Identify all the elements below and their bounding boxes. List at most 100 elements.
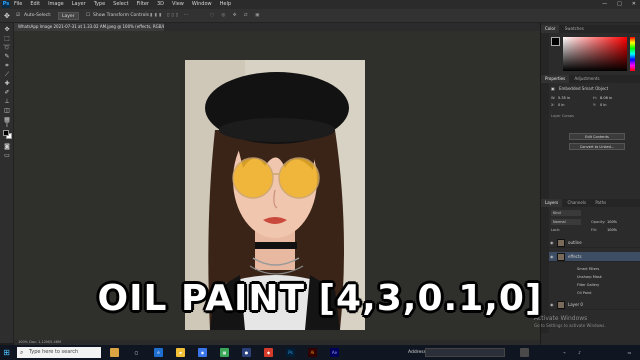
auto-select-checkbox[interactable]: ☑ <box>16 12 20 20</box>
taskbar-app-icon[interactable]: ● <box>242 348 251 357</box>
after-effects-taskbar-icon[interactable]: Ae <box>330 348 339 357</box>
align-icons[interactable]: ▮▮▮ ▯▯▯ ⋯ <box>150 12 190 20</box>
marquee-tool-icon[interactable]: ⬚ <box>3 35 11 43</box>
tab-color[interactable]: Color <box>541 25 560 33</box>
layer-comps-label: Layer Comps <box>551 114 574 118</box>
close-button[interactable]: ✕ <box>632 0 636 9</box>
hue-slider[interactable] <box>630 37 635 71</box>
lasso-tool-icon[interactable]: ➰ <box>3 44 11 52</box>
type-tool-icon[interactable]: T <box>3 122 11 130</box>
properties-panel-tabs: Properties Adjustments <box>541 75 640 83</box>
h-label: H: <box>593 96 597 100</box>
window-controls: — □ ✕ <box>602 0 636 9</box>
opacity-field[interactable]: 100% <box>607 220 617 224</box>
auto-select-label: Auto-Select: <box>24 13 52 18</box>
visibility-eye-icon[interactable]: ◉ <box>550 252 554 262</box>
menu-layer[interactable]: Layer <box>72 0 86 9</box>
menu-bar: Ps File Edit Image Layer Type Select Filter 3D V… <box>0 0 640 9</box>
layer-thumbnail <box>557 253 565 261</box>
maximize-button[interactable]: □ <box>617 0 622 9</box>
windows-taskbar: ⊞ ⌕ Type here to search ▢ e ▰ ◉ ▦ ● ◆ Ps… <box>0 345 640 360</box>
menu-filter[interactable]: Filter <box>137 0 149 9</box>
lock-label: Lock: <box>551 228 561 232</box>
edit-contents-button[interactable]: Edit Contents <box>569 133 625 140</box>
search-icon: ⌕ <box>20 349 24 356</box>
document-tab[interactable]: WhatsApp Image 2021-07-31 at 1.33.02 AM.… <box>14 23 164 31</box>
crop-tool-icon[interactable]: ⌗ <box>3 62 11 70</box>
move-tool-icon[interactable]: ✥ <box>3 26 11 34</box>
task-view-icon[interactable]: ▢ <box>132 348 141 357</box>
notification-icon[interactable]: ▭ <box>625 348 634 357</box>
tab-adjustments[interactable]: Adjustments <box>571 76 604 81</box>
y-field[interactable]: 0 in <box>600 103 607 107</box>
menu-file[interactable]: File <box>14 0 22 9</box>
auto-select-dropdown[interactable]: Layer <box>58 12 79 20</box>
menu-select[interactable]: Select <box>113 0 128 9</box>
visibility-eye-icon[interactable]: ◉ <box>550 238 554 248</box>
file-explorer-icon[interactable]: ▰ <box>176 348 185 357</box>
fill-field[interactable]: 100% <box>607 228 617 232</box>
network-icon[interactable]: ⌁ <box>560 348 569 357</box>
taskbar-app-icon[interactable]: ◆ <box>264 348 273 357</box>
blend-mode-dropdown[interactable]: Normal <box>551 219 581 225</box>
taskbar-app-icon[interactable] <box>110 348 119 357</box>
eyedropper-icon[interactable]: ⟋ <box>3 71 11 79</box>
3d-mode-icons[interactable]: ◌ ◎ ✥ ⇄ ▣ <box>210 12 262 20</box>
fill-label: Fill: <box>591 228 597 232</box>
w-field[interactable]: 5.35 in <box>558 96 570 100</box>
color-picker-field[interactable] <box>563 37 627 71</box>
spreadsheet-app-icon[interactable]: ▦ <box>220 348 229 357</box>
layer-row-outline[interactable]: ◉ outline <box>549 238 640 248</box>
eraser-icon[interactable]: ◫ <box>3 107 11 115</box>
address-label: Address <box>408 350 426 355</box>
chrome-browser-icon[interactable]: ◉ <box>198 348 207 357</box>
screen-mode-icon[interactable]: ▭ <box>3 152 11 160</box>
color-fg-swatch[interactable] <box>551 37 560 46</box>
x-label: X: <box>551 103 555 107</box>
menu-view[interactable]: View <box>172 0 184 9</box>
x-field[interactable]: 0 in <box>558 103 565 107</box>
healing-brush-icon[interactable]: ✚ <box>3 80 11 88</box>
color-panel-tabs: Color Swatches <box>541 25 640 33</box>
minimize-button[interactable]: — <box>602 0 607 9</box>
quick-select-icon[interactable]: ✎ <box>3 53 11 61</box>
watermark-subtitle: Go to Settings to activate Windows. <box>534 323 606 328</box>
foreground-color-swatch[interactable] <box>3 130 9 136</box>
smart-object-icon: ▣ <box>551 86 555 91</box>
move-tool-icon[interactable]: ✥ <box>4 12 10 20</box>
opacity-label: Opacity: <box>591 220 606 224</box>
edge-browser-icon[interactable]: e <box>154 348 163 357</box>
tab-channels[interactable]: Channels <box>564 200 591 205</box>
illustrator-taskbar-icon[interactable]: Ai <box>308 348 317 357</box>
convert-to-linked-button[interactable]: Convert to Linked... <box>569 143 625 150</box>
windows-start-icon[interactable]: ⊞ <box>2 348 11 357</box>
address-toolbar-input[interactable] <box>425 348 505 357</box>
smart-filters-row[interactable]: Smart Filters <box>549 266 640 273</box>
layer-thumbnail <box>557 239 565 247</box>
clone-stamp-icon[interactable]: ⊥ <box>3 98 11 106</box>
menu-edit[interactable]: Edit <box>30 0 40 9</box>
tab-layers[interactable]: Layers <box>541 199 563 207</box>
tab-properties[interactable]: Properties <box>541 75 570 83</box>
menu-window[interactable]: Window <box>192 0 212 9</box>
tab-paths[interactable]: Paths <box>591 200 610 205</box>
photoshop-taskbar-icon[interactable]: Ps <box>286 348 295 357</box>
menu-type[interactable]: Type <box>94 0 105 9</box>
layer-filter-kind-dropdown[interactable]: Kind <box>551 210 581 216</box>
y-label: Y: <box>593 103 596 107</box>
video-caption: OIL PAINT [4,3,0.1,0] <box>97 278 543 319</box>
menu-image[interactable]: Image <box>48 0 64 9</box>
tray-app-icon[interactable] <box>520 348 529 357</box>
menu-help[interactable]: Help <box>220 0 231 9</box>
menu-3d[interactable]: 3D <box>157 0 164 9</box>
brush-tool-icon[interactable]: ✐ <box>3 89 11 97</box>
tab-swatches[interactable]: Swatches <box>561 26 588 31</box>
quick-mask-icon[interactable]: ◙ <box>3 143 11 151</box>
options-bar: ✥ ☑ Auto-Select: Layer ☐ Show Transform … <box>0 9 640 23</box>
show-transform-checkbox[interactable]: ☐ <box>86 12 90 20</box>
volume-icon[interactable]: ♪ <box>575 348 584 357</box>
h-field[interactable]: 8.06 in <box>600 96 612 100</box>
taskbar-search-box[interactable]: ⌕ Type here to search <box>17 347 101 358</box>
search-placeholder: Type here to search <box>29 349 79 355</box>
layer-row-effects[interactable]: ◉ effects <box>549 252 640 262</box>
